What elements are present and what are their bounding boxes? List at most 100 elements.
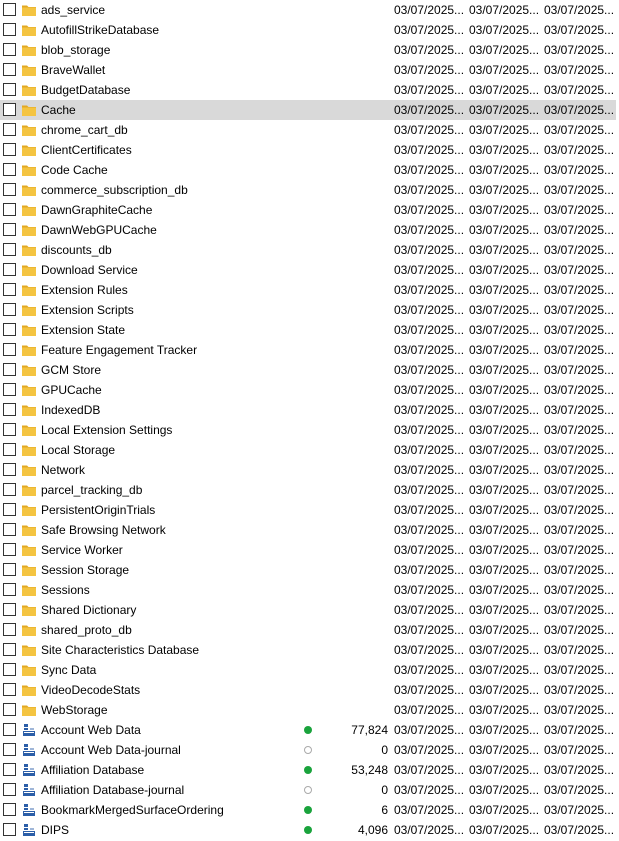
folder-row[interactable]: Cache 03/07/2025... 03/07/2025... 03/07/202… <box>0 100 616 120</box>
file-row[interactable]: DIPS 4,096 03/07/2025... 03/07/2025... 03/07… <box>0 820 616 840</box>
row-checkbox[interactable] <box>3 103 16 116</box>
date-accessed: 03/07/2025... <box>544 363 615 377</box>
folder-row[interactable]: chrome_cart_db 03/07/2025... 03/07/2025...… <box>0 120 616 140</box>
folder-row[interactable]: Code Cache 03/07/2025... 03/07/2025... 03/0… <box>0 160 616 180</box>
folder-row[interactable]: BraveWallet 03/07/2025... 03/07/2025... 03/… <box>0 60 616 80</box>
folder-row[interactable]: parcel_tracking_db 03/07/2025... 03/07/202… <box>0 480 616 500</box>
folder-row[interactable]: WebStorage 03/07/2025... 03/07/2025... 03/0… <box>0 700 616 720</box>
row-checkbox[interactable] <box>3 223 16 236</box>
row-checkbox[interactable] <box>3 63 16 76</box>
item-name: Download Service <box>41 263 138 277</box>
folder-icon <box>21 302 37 318</box>
row-checkbox[interactable] <box>3 743 16 756</box>
folder-row[interactable]: Extension Rules 03/07/2025... 03/07/2025..… <box>0 280 616 300</box>
date-created: 03/07/2025... <box>469 383 540 397</box>
folder-row[interactable]: Session Storage 03/07/2025... 03/07/2025..… <box>0 560 616 580</box>
synced-status-icon <box>304 766 312 774</box>
row-checkbox[interactable] <box>3 783 16 796</box>
row-checkbox[interactable] <box>3 663 16 676</box>
file-row[interactable]: Affiliation Database 53,248 03/07/2025... 0… <box>0 760 616 780</box>
row-checkbox[interactable] <box>3 263 16 276</box>
folder-row[interactable]: Download Service 03/07/2025... 03/07/2025.… <box>0 260 616 280</box>
row-checkbox[interactable] <box>3 643 16 656</box>
folder-row[interactable]: Service Worker 03/07/2025... 03/07/2025...… <box>0 540 616 560</box>
item-name: shared_proto_db <box>41 623 132 637</box>
file-row[interactable]: BookmarkMergedSurfaceOrdering 6 03/07/2025… <box>0 800 616 820</box>
row-checkbox[interactable] <box>3 503 16 516</box>
folder-row[interactable]: Extension State 03/07/2025... 03/07/2025..… <box>0 320 616 340</box>
folder-row[interactable]: AutofillStrikeDatabase 03/07/2025... 03/07… <box>0 20 616 40</box>
date-modified: 03/07/2025... <box>394 83 465 97</box>
folder-row[interactable]: Safe Browsing Network 03/07/2025... 03/07/… <box>0 520 616 540</box>
row-checkbox[interactable] <box>3 83 16 96</box>
row-checkbox[interactable] <box>3 723 16 736</box>
folder-row[interactable]: Network 03/07/2025... 03/07/2025... 03/07/2… <box>0 460 616 480</box>
folder-row[interactable]: DawnGraphiteCache 03/07/2025... 03/07/2025… <box>0 200 616 220</box>
row-checkbox[interactable] <box>3 303 16 316</box>
folder-row[interactable]: Shared Dictionary 03/07/2025... 03/07/2025… <box>0 600 616 620</box>
row-checkbox[interactable] <box>3 143 16 156</box>
row-checkbox[interactable] <box>3 483 16 496</box>
row-checkbox[interactable] <box>3 603 16 616</box>
date-accessed: 03/07/2025... <box>544 723 615 737</box>
folder-row[interactable]: ClientCertificates 03/07/2025... 03/07/202… <box>0 140 616 160</box>
folder-row[interactable]: IndexedDB 03/07/2025... 03/07/2025... 03/07… <box>0 400 616 420</box>
folder-row[interactable]: DawnWebGPUCache 03/07/2025... 03/07/2025..… <box>0 220 616 240</box>
folder-row[interactable]: Local Storage 03/07/2025... 03/07/2025... 0… <box>0 440 616 460</box>
folder-row[interactable]: Site Characteristics Database 03/07/2025.… <box>0 640 616 660</box>
row-checkbox[interactable] <box>3 323 16 336</box>
row-checkbox[interactable] <box>3 683 16 696</box>
row-checkbox[interactable] <box>3 183 16 196</box>
row-checkbox[interactable] <box>3 623 16 636</box>
row-checkbox[interactable] <box>3 163 16 176</box>
date-accessed: 03/07/2025... <box>544 483 615 497</box>
row-checkbox[interactable] <box>3 363 16 376</box>
date-accessed: 03/07/2025... <box>544 823 615 837</box>
row-checkbox[interactable] <box>3 243 16 256</box>
folder-row[interactable]: Feature Engagement Tracker 03/07/2025... 0… <box>0 340 616 360</box>
row-checkbox[interactable] <box>3 3 16 16</box>
folder-row[interactable]: BudgetDatabase 03/07/2025... 03/07/2025...… <box>0 80 616 100</box>
row-checkbox[interactable] <box>3 123 16 136</box>
folder-row[interactable]: GPUCache 03/07/2025... 03/07/2025... 03/07/… <box>0 380 616 400</box>
folder-row[interactable]: PersistentOriginTrials 03/07/2025... 03/07… <box>0 500 616 520</box>
folder-row[interactable]: Sync Data 03/07/2025... 03/07/2025... 03/07… <box>0 660 616 680</box>
folder-row[interactable]: GCM Store 03/07/2025... 03/07/2025... 03/07… <box>0 360 616 380</box>
row-checkbox[interactable] <box>3 563 16 576</box>
item-size: 6 <box>381 803 388 817</box>
row-checkbox[interactable] <box>3 703 16 716</box>
row-checkbox[interactable] <box>3 763 16 776</box>
folder-row[interactable]: discounts_db 03/07/2025... 03/07/2025... 03… <box>0 240 616 260</box>
row-checkbox[interactable] <box>3 43 16 56</box>
row-checkbox[interactable] <box>3 343 16 356</box>
file-row[interactable]: Affiliation Database-journal 0 03/07/2025.… <box>0 780 616 800</box>
folder-row[interactable]: VideoDecodeStats 03/07/2025... 03/07/2025.… <box>0 680 616 700</box>
folder-row[interactable]: ads_service 03/07/2025... 03/07/2025... 03/… <box>0 0 616 20</box>
row-checkbox[interactable] <box>3 203 16 216</box>
file-row[interactable]: Account Web Data-journal 0 03/07/2025... 03… <box>0 740 616 760</box>
row-checkbox[interactable] <box>3 803 16 816</box>
date-modified: 03/07/2025... <box>394 63 465 77</box>
item-name: Network <box>41 463 86 477</box>
row-checkbox[interactable] <box>3 383 16 396</box>
folder-row[interactable]: Extension Scripts 03/07/2025... 03/07/2025… <box>0 300 616 320</box>
folder-row[interactable]: commerce_subscription_db 03/07/2025... 03/… <box>0 180 616 200</box>
folder-row[interactable]: Sessions 03/07/2025... 03/07/2025... 03/07/… <box>0 580 616 600</box>
row-checkbox[interactable] <box>3 283 16 296</box>
row-checkbox[interactable] <box>3 543 16 556</box>
folder-row[interactable]: Local Extension Settings 03/07/2025... 03/… <box>0 420 616 440</box>
row-checkbox[interactable] <box>3 583 16 596</box>
folder-row[interactable]: shared_proto_db 03/07/2025... 03/07/2025..… <box>0 620 616 640</box>
date-accessed: 03/07/2025... <box>544 523 615 537</box>
row-checkbox[interactable] <box>3 523 16 536</box>
row-checkbox[interactable] <box>3 403 16 416</box>
row-checkbox[interactable] <box>3 443 16 456</box>
folder-row[interactable]: blob_storage 03/07/2025... 03/07/2025... 03… <box>0 40 616 60</box>
row-checkbox[interactable] <box>3 463 16 476</box>
row-checkbox[interactable] <box>3 423 16 436</box>
row-checkbox[interactable] <box>3 23 16 36</box>
file-row[interactable]: Account Web Data 77,824 03/07/2025... 03/07… <box>0 720 616 740</box>
row-checkbox[interactable] <box>3 823 16 836</box>
folder-icon <box>21 102 37 118</box>
date-modified: 03/07/2025... <box>394 123 465 137</box>
